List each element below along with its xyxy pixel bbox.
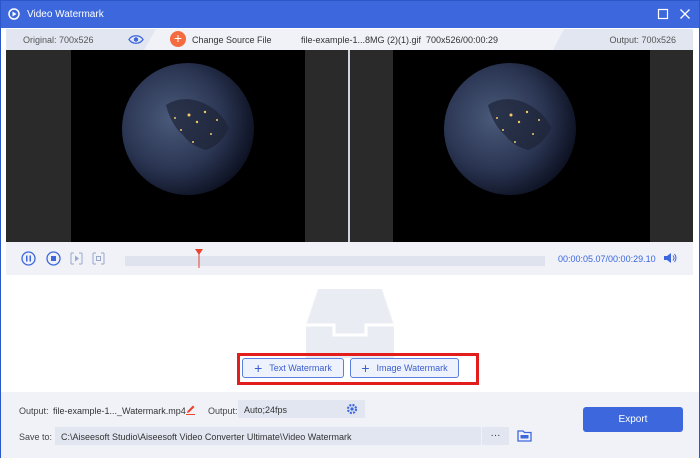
- folder-icon[interactable]: [517, 429, 532, 442]
- eye-icon[interactable]: [128, 34, 144, 45]
- volume-icon[interactable]: [663, 252, 677, 264]
- plus-icon: +: [361, 360, 370, 376]
- video-watermark-window: Video Watermark Original: 700x526 + Chan…: [0, 0, 700, 458]
- player-controls: 00:00:05.07/00:00:29.10: [6, 242, 693, 275]
- window-title: Video Watermark: [27, 9, 104, 20]
- output-format-label: Output:: [208, 406, 238, 416]
- progress-track[interactable]: [125, 256, 545, 266]
- settings-gear-icon[interactable]: [346, 403, 358, 415]
- export-button[interactable]: Export: [583, 407, 683, 432]
- change-source-add-icon[interactable]: +: [170, 31, 186, 47]
- preview-pillarbox-right: [305, 50, 348, 242]
- plus-icon: +: [254, 360, 263, 376]
- save-to-label: Save to:: [19, 432, 53, 442]
- save-path-field[interactable]: C:\Aiseesoft Studio\Aiseesoft Video Conv…: [55, 427, 481, 445]
- output-resolution-tab: Output: 700x526: [553, 29, 693, 50]
- current-time: 00:00:05.07: [558, 254, 606, 264]
- output-format-value: Auto;24fps: [244, 405, 288, 415]
- maximize-icon[interactable]: [656, 7, 670, 21]
- earth-image: [444, 63, 576, 195]
- source-file-meta: 700x526/00:00:29: [426, 35, 499, 45]
- image-watermark-button[interactable]: + Image Watermark: [350, 358, 459, 378]
- original-resolution-label: Original: 700x526: [23, 35, 94, 45]
- clip-icon[interactable]: [91, 251, 106, 266]
- total-time: /00:00:29.10: [605, 254, 656, 264]
- output-label: Output:: [19, 406, 49, 416]
- preview-pillarbox-left: [6, 50, 71, 242]
- preview-pillarbox-left: [350, 50, 393, 242]
- bottom-bar: Output: file-example-1..._Watermark.mp4 …: [1, 392, 699, 458]
- pause-icon[interactable]: [21, 251, 36, 266]
- progress-fill: [125, 256, 199, 266]
- watermark-area: + Text Watermark + Image Watermark: [6, 275, 693, 392]
- empty-inbox-icon: [305, 288, 395, 358]
- text-watermark-button[interactable]: + Text Watermark: [242, 358, 344, 378]
- save-path-value: C:\Aiseesoft Studio\Aiseesoft Video Conv…: [61, 432, 352, 442]
- edit-pencil-icon[interactable]: [185, 404, 196, 415]
- close-icon[interactable]: [678, 7, 692, 21]
- output-file-name: file-example-1..._Watermark.mp4: [53, 406, 186, 416]
- original-preview: [6, 50, 348, 242]
- text-watermark-label: Text Watermark: [269, 363, 332, 373]
- image-watermark-label: Image Watermark: [376, 363, 448, 373]
- output-preview: [350, 50, 693, 242]
- output-resolution-label: Output: 700x526: [609, 35, 676, 45]
- output-format-field[interactable]: Auto;24fps: [238, 400, 365, 418]
- earth-image: [122, 63, 254, 195]
- preview-pillarbox-right: [650, 50, 693, 242]
- change-source-button[interactable]: Change Source File: [192, 35, 272, 45]
- source-file-name: file-example-1...8MG (2)(1).gif: [301, 35, 422, 45]
- app-logo-icon: [8, 8, 20, 20]
- time-display: 00:00:05.07/00:00:29.10: [558, 254, 656, 264]
- browse-button[interactable]: ···: [482, 427, 509, 445]
- info-bar: Original: 700x526 + Change Source File f…: [6, 29, 693, 50]
- next-frame-icon[interactable]: [69, 251, 84, 266]
- stop-icon[interactable]: [46, 251, 61, 266]
- playhead-handle[interactable]: [194, 248, 204, 268]
- title-bar: Video Watermark: [1, 1, 699, 28]
